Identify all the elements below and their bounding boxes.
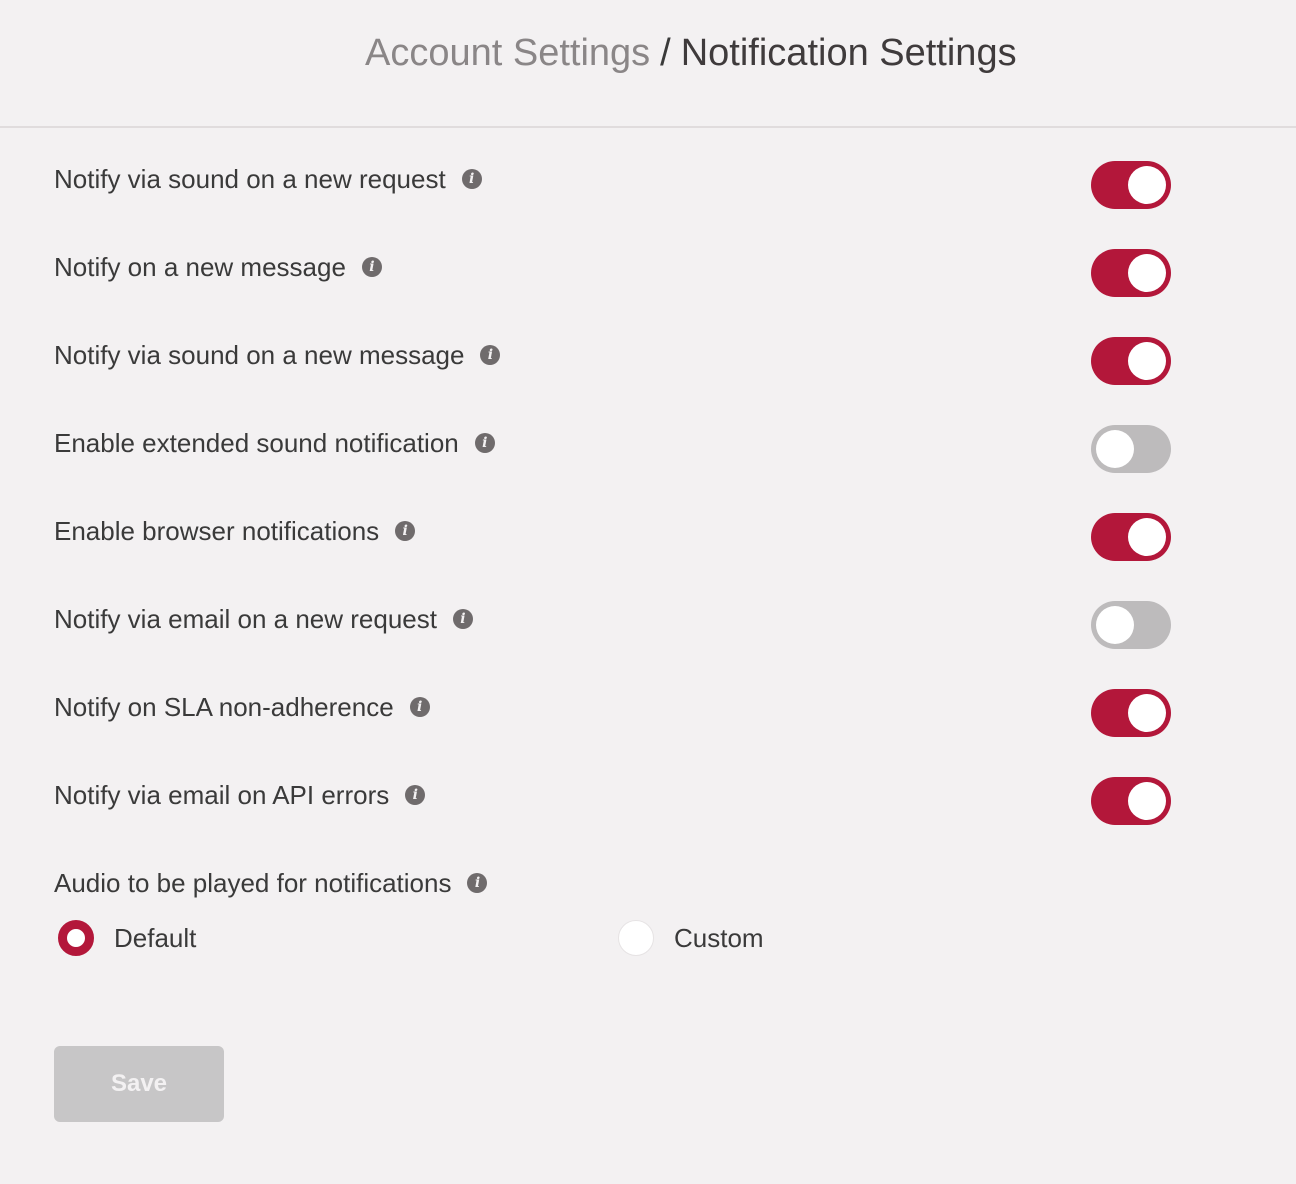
save-button[interactable]: Save bbox=[54, 1046, 224, 1122]
radio-custom[interactable] bbox=[618, 920, 654, 956]
info-icon[interactable]: i bbox=[409, 697, 430, 717]
setting-label: Enable browser notifications bbox=[54, 516, 380, 546]
audio-section: Audio to be played for notifications i D… bbox=[54, 844, 1184, 974]
setting-label: Enable extended sound notification bbox=[54, 428, 459, 458]
breadcrumb-account-settings[interactable]: Account Settings bbox=[365, 32, 650, 74]
info-icon[interactable]: i bbox=[461, 169, 482, 189]
toggle-knob bbox=[1096, 430, 1134, 468]
toggle-knob bbox=[1128, 694, 1166, 732]
toggle-sound-new-request[interactable] bbox=[1091, 161, 1171, 209]
radio-default[interactable] bbox=[58, 920, 94, 956]
page-title: Notification Settings bbox=[680, 32, 1017, 74]
setting-row-sound-new-request: Notify via sound on a new request i bbox=[54, 140, 1184, 228]
radio-label-custom: Custom bbox=[674, 923, 764, 953]
toggle-knob bbox=[1096, 606, 1134, 644]
setting-label: Notify on SLA non-adherence bbox=[54, 692, 394, 722]
toggle-new-message[interactable] bbox=[1091, 249, 1171, 297]
setting-label: Notify via email on API errors bbox=[54, 780, 390, 810]
radio-label-default: Default bbox=[114, 923, 197, 953]
setting-label: Notify on a new message bbox=[54, 252, 346, 282]
breadcrumb: Account Settings / Notification Settings bbox=[365, 30, 1017, 76]
settings-list: Notify via sound on a new request i Noti… bbox=[54, 140, 1184, 844]
audio-radio-group: Default Custom bbox=[54, 914, 1184, 974]
toggle-knob bbox=[1128, 782, 1166, 820]
info-icon[interactable]: i bbox=[361, 257, 382, 277]
notification-settings-page: Account Settings / Notification Settings N… bbox=[0, 0, 1296, 1184]
toggle-knob bbox=[1128, 254, 1166, 292]
toggle-knob bbox=[1128, 518, 1166, 556]
breadcrumb-separator: / bbox=[660, 32, 671, 74]
setting-row-browser-notifications: Enable browser notifications i bbox=[54, 492, 1184, 580]
info-icon[interactable]: i bbox=[474, 433, 495, 453]
info-icon[interactable]: i bbox=[480, 345, 501, 365]
toggle-extended-sound[interactable] bbox=[1091, 425, 1171, 473]
toggle-sla-non-adherence[interactable] bbox=[1091, 689, 1171, 737]
toggle-browser-notifications[interactable] bbox=[1091, 513, 1171, 561]
radio-option-default[interactable]: Default bbox=[58, 920, 196, 956]
setting-row-sla-non-adherence: Notify on SLA non-adherence i bbox=[54, 668, 1184, 756]
info-icon[interactable]: i bbox=[405, 785, 426, 805]
setting-label: Notify via sound on a new request bbox=[54, 164, 446, 194]
setting-label: Notify via email on a new request bbox=[54, 604, 437, 634]
info-icon[interactable]: i bbox=[452, 609, 473, 629]
info-icon[interactable]: i bbox=[467, 873, 488, 893]
toggle-email-new-request[interactable] bbox=[1091, 601, 1171, 649]
toggle-email-api-errors[interactable] bbox=[1091, 777, 1171, 825]
setting-label: Notify via sound on a new message bbox=[54, 340, 465, 370]
info-icon[interactable]: i bbox=[395, 521, 416, 541]
setting-row-email-api-errors: Notify via email on API errors i bbox=[54, 756, 1184, 844]
toggle-knob bbox=[1128, 166, 1166, 204]
page-header: Account Settings / Notification Settings bbox=[0, 0, 1296, 128]
setting-row-sound-new-message: Notify via sound on a new message i bbox=[54, 316, 1184, 404]
audio-label: Audio to be played for notifications bbox=[54, 868, 452, 898]
radio-option-custom[interactable]: Custom bbox=[618, 920, 764, 956]
setting-row-new-message: Notify on a new message i bbox=[54, 228, 1184, 316]
setting-row-email-new-request: Notify via email on a new request i bbox=[54, 580, 1184, 668]
toggle-knob bbox=[1128, 342, 1166, 380]
toggle-sound-new-message[interactable] bbox=[1091, 337, 1171, 385]
setting-row-extended-sound: Enable extended sound notification i bbox=[54, 404, 1184, 492]
